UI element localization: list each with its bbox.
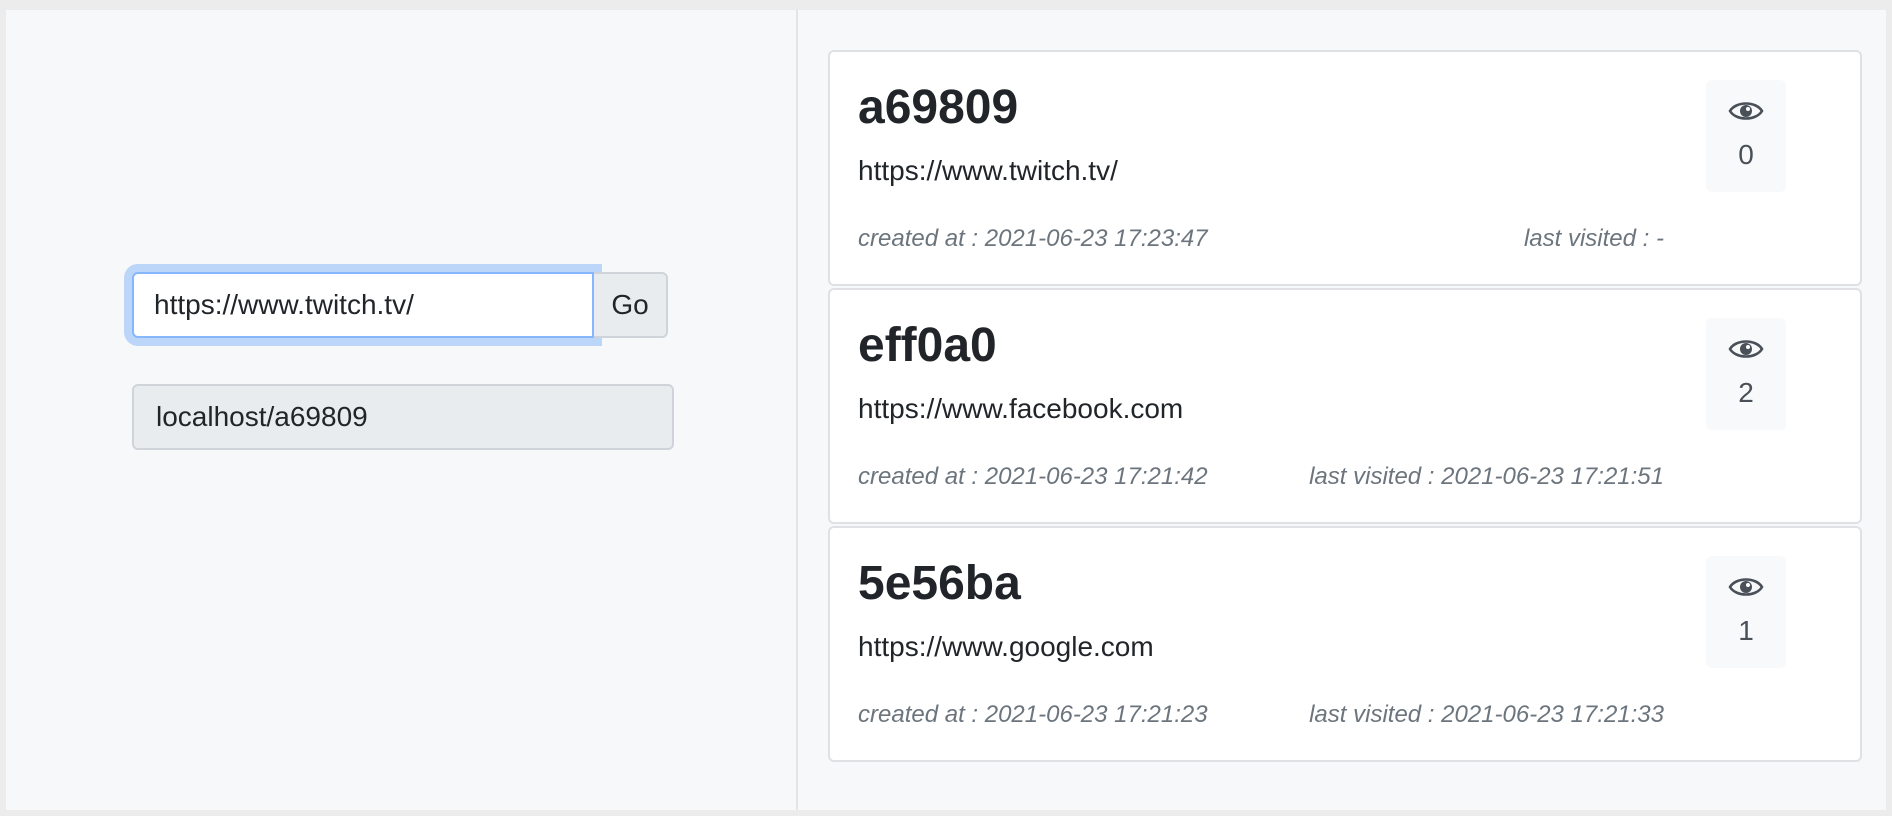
last-visited: last visited : - <box>1523 225 1664 252</box>
app-window: Go localhost/a69809 a69809 https://www.t… <box>0 0 1892 816</box>
short-code: eff0a0 <box>858 319 997 372</box>
eye-icon <box>1728 340 1764 358</box>
view-count-badge: 2 <box>1706 318 1786 430</box>
view-count-badge: 0 <box>1706 80 1786 192</box>
eye-icon <box>1728 578 1764 596</box>
short-url-result[interactable]: localhost/a69809 <box>132 384 674 450</box>
created-at: created at : 2021-06-23 17:23:47 <box>858 225 1208 252</box>
view-count: 0 <box>1738 139 1754 170</box>
last-visited: last visited : 2021-06-23 17:21:33 <box>1309 701 1664 728</box>
view-count: 1 <box>1738 615 1754 646</box>
panel-divider <box>796 10 798 810</box>
original-url: https://www.google.com <box>858 631 1154 662</box>
short-code: 5e56ba <box>858 557 1021 610</box>
created-at: created at : 2021-06-23 17:21:23 <box>858 701 1208 728</box>
link-card[interactable]: eff0a0 https://www.facebook.com created … <box>828 288 1862 524</box>
original-url: https://www.facebook.com <box>858 393 1184 424</box>
go-button[interactable]: Go <box>594 272 668 338</box>
original-url: https://www.twitch.tv/ <box>858 155 1118 186</box>
view-count-badge: 1 <box>1706 556 1786 668</box>
view-count: 2 <box>1738 377 1754 408</box>
link-card[interactable]: 5e56ba https://www.google.com created at… <box>828 526 1862 762</box>
created-at: created at : 2021-06-23 17:21:42 <box>858 463 1208 490</box>
url-input[interactable] <box>132 272 594 338</box>
link-list: a69809 https://www.twitch.tv/ created at… <box>828 50 1862 764</box>
shorten-form: Go <box>126 264 676 354</box>
last-visited: last visited : 2021-06-23 17:21:51 <box>1309 463 1664 490</box>
eye-icon <box>1728 102 1764 120</box>
page-frame: Go localhost/a69809 a69809 https://www.t… <box>6 10 1886 810</box>
short-code: a69809 <box>858 81 1019 134</box>
link-card[interactable]: a69809 https://www.twitch.tv/ created at… <box>828 50 1862 286</box>
